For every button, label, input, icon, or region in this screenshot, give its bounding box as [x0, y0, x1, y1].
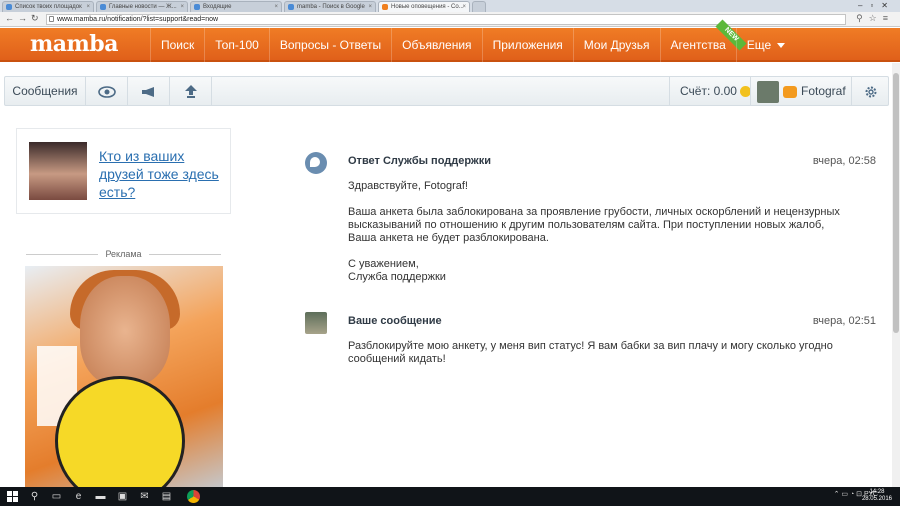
- menu-item-search[interactable]: Поиск: [150, 28, 204, 62]
- settings-button[interactable]: [851, 77, 889, 105]
- back-icon[interactable]: ←: [5, 13, 14, 23]
- message-paragraph: Разблокируйте мою анкету, у меня вип ста…: [348, 340, 833, 365]
- megaphone-icon: [141, 86, 154, 97]
- forward-icon[interactable]: →: [18, 13, 27, 23]
- boost-tab[interactable]: [170, 77, 212, 105]
- close-icon[interactable]: ×: [86, 2, 90, 12]
- favicon-icon: [100, 4, 106, 10]
- message-time: вчера, 02:51: [812, 315, 876, 327]
- browser-tab[interactable]: Главные новости — Ж... ×: [96, 1, 188, 12]
- menu-item-label: Еще: [746, 38, 772, 52]
- find-friends-widget: Кто из ваших друзей тоже здесь есть?: [16, 128, 231, 214]
- eye-icon: [97, 86, 116, 98]
- close-icon[interactable]: ×: [368, 2, 372, 12]
- task-view-icon[interactable]: ▭: [50, 490, 63, 503]
- browser-tab[interactable]: mamba - Поиск в Google ×: [284, 1, 376, 12]
- avatar: [757, 80, 779, 103]
- site-header: mamba Поиск Топ-100 Вопросы - Ответы Объ…: [0, 19, 900, 62]
- favicon-icon: [6, 4, 12, 10]
- message-body: Разблокируйте мою анкету, у меня вип ста…: [348, 340, 848, 379]
- user-avatar: [305, 312, 327, 334]
- close-icon[interactable]: ×: [274, 2, 278, 12]
- messages-tab[interactable]: Сообщения: [5, 77, 86, 105]
- search-icon[interactable]: ⚲: [28, 490, 41, 503]
- main-menu: Поиск Топ-100 Вопросы - Ответы Объявлени…: [150, 19, 795, 62]
- site-logo[interactable]: mamba: [30, 31, 118, 57]
- new-tab-button[interactable]: [472, 1, 486, 12]
- user-menu[interactable]: Fotograf: [750, 77, 852, 105]
- arrow-up-icon: [184, 84, 197, 98]
- ad-image-face: [80, 276, 170, 386]
- close-icon[interactable]: ×: [180, 2, 184, 12]
- windows-start-icon[interactable]: [7, 491, 18, 502]
- menu-item-agencies[interactable]: Агентства NEW: [659, 19, 747, 62]
- browser-tab-active[interactable]: Новые оповещения - Co... ×: [378, 1, 470, 12]
- window-controls[interactable]: –▫✕: [858, 1, 896, 10]
- message-item: Ваше сообщение вчера, 02:51 Разблокируйт…: [305, 312, 880, 372]
- toolbar-icons[interactable]: ⚲☆≡: [856, 13, 894, 24]
- browser-tab[interactable]: Входящие ×: [190, 1, 282, 12]
- tab-label: Список твоих площадок: [15, 4, 82, 10]
- friend-photo[interactable]: [29, 142, 87, 200]
- balance[interactable]: Счёт: 0.00: [669, 77, 757, 105]
- page-icon: [49, 16, 54, 22]
- clock-date: 28.05.2016: [861, 496, 892, 502]
- mail-icon[interactable]: ✉: [138, 490, 151, 503]
- app-icon[interactable]: ▤: [160, 490, 173, 503]
- tab-label: Главные новости — Ж...: [109, 4, 177, 10]
- meme-face-icon: [55, 376, 185, 490]
- menu-item-apps[interactable]: Приложения: [481, 28, 573, 62]
- scrollbar-thumb[interactable]: [893, 73, 899, 333]
- vip-icon: [783, 85, 797, 98]
- tab-label: mamba - Поиск в Google: [297, 4, 365, 10]
- edge-icon[interactable]: e: [72, 490, 85, 503]
- find-friends-link[interactable]: Кто из ваших друзей тоже здесь есть?: [99, 147, 219, 201]
- gear-icon: [865, 86, 876, 98]
- browser-tab[interactable]: Список твоих площадок ×: [2, 1, 94, 12]
- support-icon: [305, 152, 327, 174]
- message-paragraph: Ваша анкета была заблокирована за проявл…: [348, 206, 840, 244]
- menu-item-top100[interactable]: Топ-100: [204, 28, 269, 62]
- page-scrollbar[interactable]: [892, 63, 900, 487]
- menu-item-questions[interactable]: Вопросы - Ответы: [268, 28, 391, 62]
- store-icon[interactable]: ▣: [116, 490, 129, 503]
- announcements-tab[interactable]: [128, 77, 170, 105]
- message-sender: Ваше сообщение: [348, 315, 442, 327]
- sub-navigation: Сообщения Счёт: 0.00 Fotograf: [4, 76, 889, 106]
- chrome-icon[interactable]: [187, 490, 200, 503]
- message-item: Ответ Службы поддержки вчера, 02:58 Здра…: [305, 152, 880, 292]
- username: Fotograf: [801, 84, 846, 98]
- balance-text: Счёт: 0.00: [680, 84, 737, 98]
- url-text: www.mamba.ru/notification/?list=support&…: [57, 16, 219, 23]
- favicon-icon: [194, 4, 200, 10]
- reload-icon[interactable]: ↻: [31, 13, 39, 24]
- menu-item-ads[interactable]: Объявления: [391, 28, 481, 62]
- favicon-icon: [288, 4, 294, 10]
- message-body: Здравствуйте, Fotograf! Ваша анкета была…: [348, 180, 848, 297]
- message-paragraph: С уважением, Служба поддержки: [348, 258, 446, 283]
- message-paragraph: Здравствуйте, Fotograf!: [348, 180, 468, 192]
- tab-label: Входящие: [203, 4, 232, 10]
- message-sender: Ответ Службы поддержки: [348, 155, 491, 167]
- ad-label: Реклама: [16, 249, 231, 259]
- close-icon[interactable]: ×: [462, 2, 466, 12]
- browser-tab-strip: Список твоих площадок × Главные новости —…: [0, 0, 900, 12]
- message-time: вчера, 02:58: [812, 155, 876, 167]
- favicon-icon: [382, 4, 388, 10]
- menu-item-label: Агентства: [670, 38, 726, 52]
- browser-toolbar: ← → ↻ www.mamba.ru/notification/?list=su…: [0, 12, 900, 27]
- tab-label: Новые оповещения - Co...: [391, 4, 464, 10]
- clock-time: 14:28: [869, 489, 885, 495]
- menu-item-more[interactable]: Еще: [735, 28, 795, 62]
- folder-icon[interactable]: ▬: [94, 490, 107, 503]
- taskbar: ⚲ ▭ e ▬ ▣ ✉ ▤ ⌃ ▭ ◔ ⊡ РУС 14:28 28.05.20…: [0, 487, 900, 506]
- ad-banner[interactable]: [25, 266, 223, 490]
- menu-item-friends[interactable]: Мои Друзья: [572, 28, 660, 62]
- clock[interactable]: 14:28 28.05.2016: [862, 489, 892, 503]
- views-tab[interactable]: [86, 77, 128, 105]
